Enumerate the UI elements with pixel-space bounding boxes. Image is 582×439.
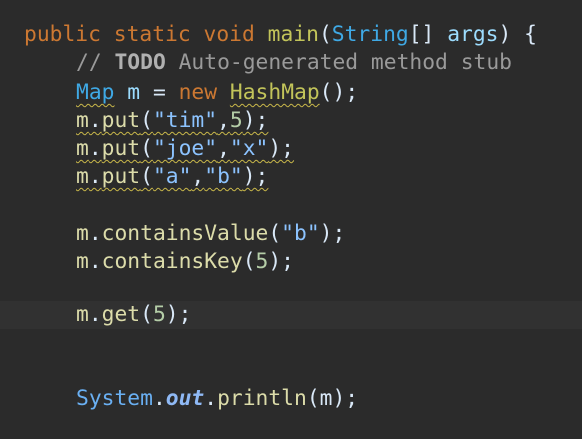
type-string: String	[331, 22, 409, 47]
number-literal: 5	[229, 108, 243, 133]
receiver-m: m	[76, 249, 89, 274]
dot: .	[88, 302, 102, 327]
string-literal: "tim"	[152, 108, 218, 133]
code-line-contains-key[interactable]: m.containsKey(5);	[76, 248, 582, 276]
code-line-get-current[interactable]: m.get(5);	[0, 301, 582, 329]
paren-open: (	[318, 22, 332, 47]
code-line-put-tim[interactable]: m.put("tim",5);	[76, 107, 582, 135]
call-tail: );	[242, 108, 269, 133]
class-system: System	[76, 386, 153, 411]
code-line-comment[interactable]: // TODO Auto-generated method stub	[76, 49, 582, 77]
keyword-new: new	[178, 80, 218, 105]
call-tail: );	[268, 136, 295, 161]
comment-slashes: //	[76, 50, 102, 75]
keyword-void: void	[203, 22, 255, 47]
method-put: put	[101, 108, 141, 133]
var-m: m	[127, 80, 141, 105]
paren-open: (	[140, 136, 153, 161]
arg-m: m	[319, 386, 333, 411]
receiver-m: m	[76, 108, 89, 133]
paren-open: (	[140, 108, 153, 133]
call-tail: );	[242, 164, 269, 189]
call-tail: );	[319, 221, 346, 246]
receiver-m: m	[76, 136, 89, 161]
dot: .	[152, 386, 166, 411]
number-literal: 5	[152, 302, 166, 327]
method-name-main: main	[267, 22, 319, 47]
method-println: println	[217, 386, 307, 411]
code-editor[interactable]: public static void main(String[] args) {…	[0, 0, 582, 439]
comma: ,	[217, 108, 230, 133]
type-hashmap: HashMap	[229, 80, 320, 105]
keyword-public: public	[24, 22, 101, 47]
signature-tail: ) {	[498, 22, 537, 47]
paren-open: (	[140, 302, 153, 327]
code-line-put-a[interactable]: m.put("a","b");	[76, 163, 582, 191]
code-line-contains-value[interactable]: m.containsValue("b");	[76, 220, 582, 248]
string-literal: "a"	[152, 164, 192, 189]
type-map: Map	[76, 80, 115, 105]
assign-operator: =	[152, 80, 166, 105]
dot: .	[204, 386, 218, 411]
paren-open: (	[306, 386, 320, 411]
paren-open: (	[140, 164, 153, 189]
receiver-m: m	[76, 302, 89, 327]
string-literal: "b"	[281, 221, 320, 246]
constructor-tail: ();	[319, 80, 359, 105]
call-tail: );	[332, 386, 359, 411]
method-contains-value: containsValue	[101, 221, 269, 246]
number-literal: 5	[255, 249, 269, 274]
paren-open: (	[242, 249, 256, 274]
keyword-static: static	[113, 22, 191, 47]
dot: .	[88, 136, 102, 161]
code-line-println[interactable]: System.out.println(m);	[76, 385, 582, 413]
method-put: put	[101, 164, 141, 189]
comment-text: Auto-generated method stub	[178, 50, 512, 75]
method-put: put	[101, 136, 141, 161]
call-tail: );	[268, 249, 295, 274]
code-line-map-declaration[interactable]: Map m = new HashMap();	[76, 79, 582, 107]
dot: .	[88, 164, 102, 189]
receiver-m: m	[76, 164, 89, 189]
paren-open: (	[268, 221, 282, 246]
comma: ,	[191, 164, 205, 189]
dot: .	[88, 108, 102, 133]
code-line-main-signature[interactable]: public static void main(String[] args) {	[24, 21, 582, 49]
string-literal: "b"	[204, 164, 243, 189]
code-line-put-joe[interactable]: m.put("joe","x");	[76, 135, 582, 163]
comma: ,	[217, 136, 230, 161]
comment-todo: TODO	[114, 50, 166, 75]
array-brackets: []	[408, 22, 435, 47]
receiver-m: m	[76, 221, 89, 246]
string-literal: "x"	[229, 136, 269, 161]
static-field-out: out	[165, 386, 205, 411]
method-get: get	[101, 302, 141, 327]
param-args: args	[447, 22, 499, 47]
dot: .	[88, 249, 102, 274]
call-tail: );	[165, 302, 192, 327]
method-contains-key: containsKey	[101, 249, 243, 274]
dot: .	[88, 221, 102, 246]
string-literal: "joe"	[152, 136, 218, 161]
